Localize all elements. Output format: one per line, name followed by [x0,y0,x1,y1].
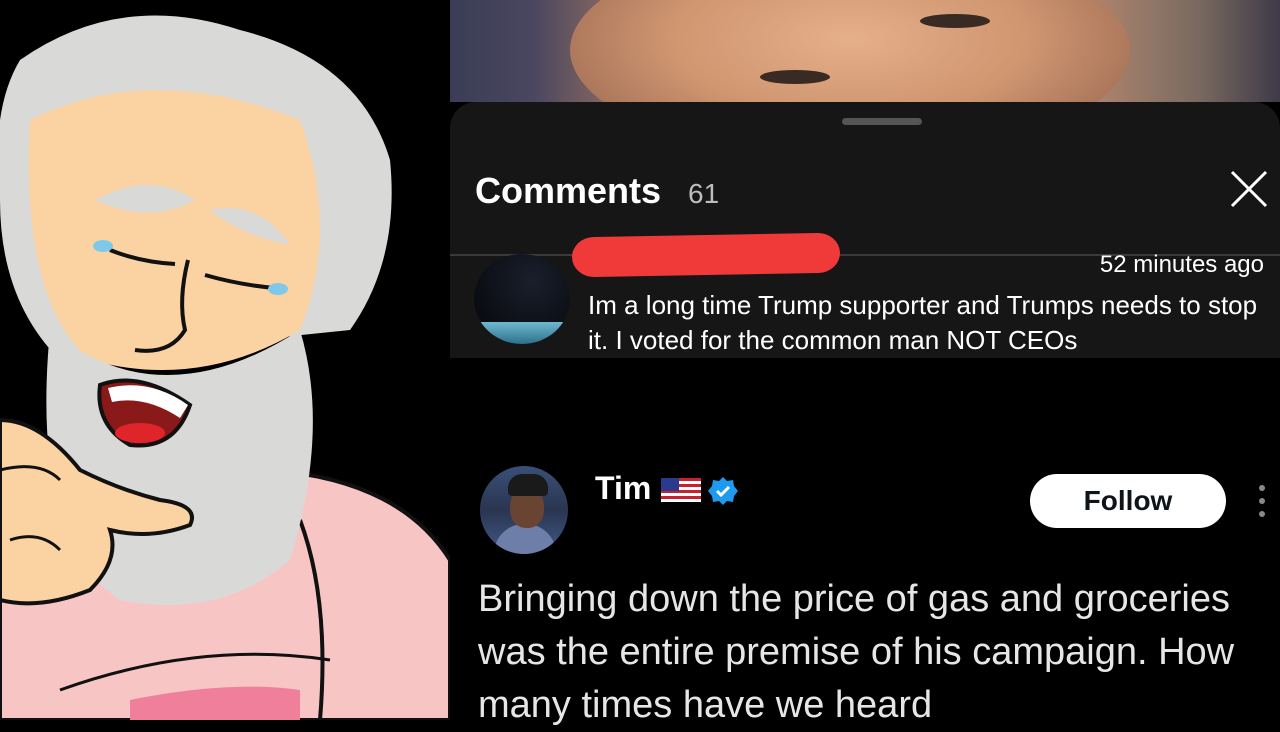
redacted-username [571,232,841,278]
comment-avatar[interactable] [474,254,570,344]
cartoon-laughing-man [0,0,450,720]
follow-button[interactable]: Follow [1030,474,1226,528]
comments-title: Comments [475,170,662,211]
comment-timestamp: 52 minutes ago [1099,251,1264,278]
post-author-name[interactable]: Tim [595,470,651,507]
verified-badge-icon [708,477,738,505]
more-vertical-icon[interactable] [1258,484,1266,518]
close-icon[interactable] [1226,166,1272,212]
drag-handle[interactable] [842,118,922,125]
background-photo [450,0,1280,102]
post-text: Bringing down the price of gas and groce… [478,578,1235,726]
comment-text: Im a long time Trump supporter and Trump… [588,290,1258,355]
cartoon-illustration [0,0,450,720]
comments-sheet: Comments 61 52 minutes ago Im a long tim… [450,102,1280,358]
photo-face [570,0,1130,102]
post: Tim Follow Bringing down the price of ga… [450,358,1280,726]
comments-count: 61 [688,178,720,209]
post-author-avatar[interactable] [480,466,568,554]
us-flag-icon [661,478,701,502]
photo-eye-right [920,14,990,28]
photo-eye-left [760,70,830,84]
